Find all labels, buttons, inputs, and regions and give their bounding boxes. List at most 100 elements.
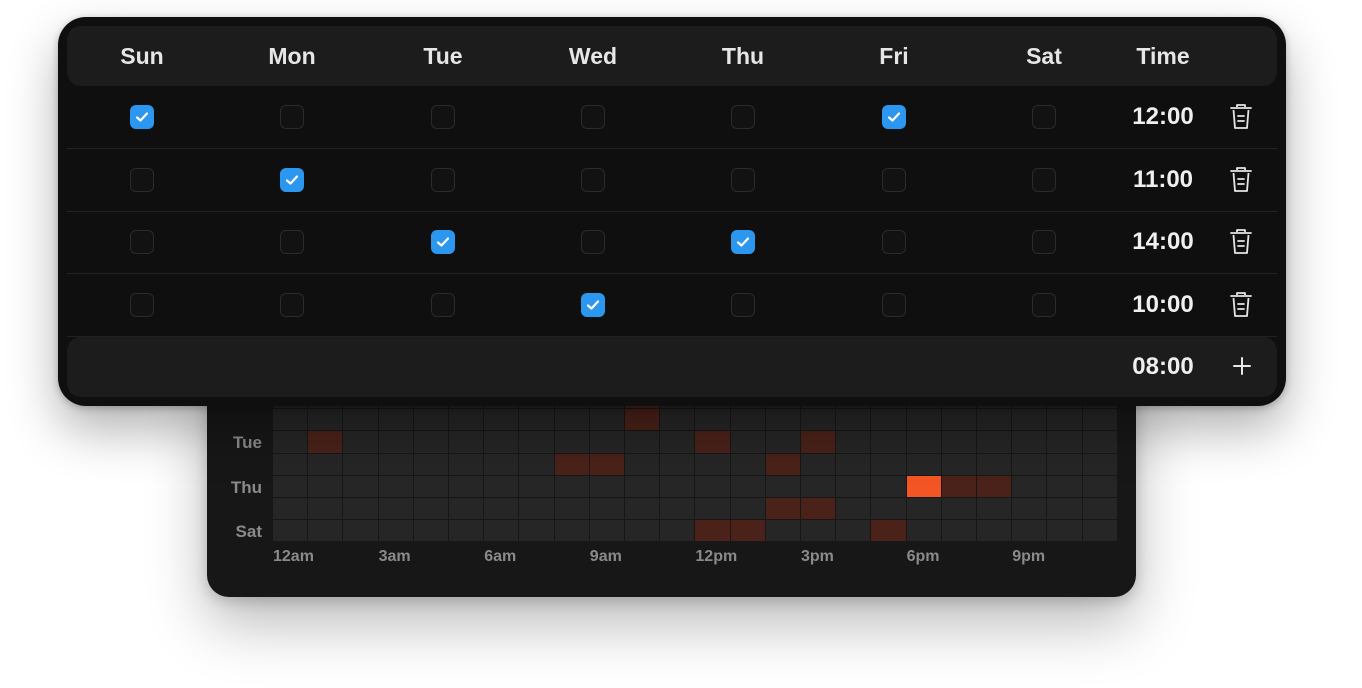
checkbox-fri[interactable] bbox=[882, 230, 906, 255]
heatmap-cell bbox=[730, 409, 765, 431]
heatmap-hour-label: 9pm bbox=[1012, 548, 1046, 566]
checkbox-sun[interactable] bbox=[130, 105, 154, 130]
heatmap-cell bbox=[836, 453, 871, 475]
heatmap-cell bbox=[1047, 475, 1082, 497]
heatmap-cell bbox=[589, 520, 624, 542]
heatmap-cell bbox=[589, 498, 624, 520]
heatmap-cell bbox=[906, 453, 941, 475]
checkbox-sat[interactable] bbox=[1032, 167, 1056, 192]
heatmap-cell bbox=[801, 409, 836, 431]
heatmap-cell bbox=[730, 520, 765, 542]
heatmap-cell bbox=[836, 520, 871, 542]
heatmap-cell bbox=[484, 520, 519, 542]
checkbox-mon[interactable] bbox=[280, 292, 304, 317]
heatmap-cell bbox=[801, 498, 836, 520]
heatmap-cell bbox=[273, 431, 308, 453]
checkbox-mon[interactable] bbox=[280, 105, 304, 130]
checkbox-wed[interactable] bbox=[581, 230, 605, 255]
heatmap-cell bbox=[554, 409, 589, 431]
checkbox-sat[interactable] bbox=[1032, 230, 1056, 255]
heatmap-cell bbox=[871, 431, 906, 453]
time-header: Time bbox=[1136, 43, 1190, 69]
new-time-input[interactable]: 08:00 bbox=[1103, 353, 1223, 381]
heatmap-cell bbox=[906, 475, 941, 497]
checkbox-sun[interactable] bbox=[130, 167, 154, 192]
heatmap-cell bbox=[730, 431, 765, 453]
time-value[interactable]: 12:00 bbox=[1103, 103, 1223, 131]
heatmap-cell bbox=[589, 475, 624, 497]
schedule-row: 14:00 bbox=[67, 211, 1277, 274]
heatmap-cell bbox=[1047, 453, 1082, 475]
heatmap-cell bbox=[625, 475, 660, 497]
heatmap-cell bbox=[871, 520, 906, 542]
day-header-wed: Wed bbox=[568, 43, 618, 69]
heatmap-cell bbox=[484, 498, 519, 520]
trash-icon[interactable] bbox=[1228, 290, 1254, 320]
checkbox-thu[interactable] bbox=[731, 105, 755, 130]
heatmap-cell bbox=[1012, 520, 1047, 542]
heatmap-cell bbox=[660, 520, 695, 542]
heatmap-cell bbox=[977, 453, 1012, 475]
heatmap-cell bbox=[765, 498, 800, 520]
check-icon bbox=[436, 237, 450, 247]
checkbox-wed[interactable] bbox=[581, 167, 605, 192]
heatmap-cell bbox=[625, 453, 660, 475]
checkbox-wed[interactable] bbox=[581, 292, 605, 317]
checkbox-mon[interactable] bbox=[280, 230, 304, 255]
checkbox-tue[interactable] bbox=[431, 230, 455, 255]
plus-icon[interactable] bbox=[1231, 355, 1253, 377]
heatmap-cell bbox=[941, 431, 976, 453]
checkbox-sat[interactable] bbox=[1032, 105, 1056, 130]
heatmap-cell bbox=[1082, 431, 1117, 453]
check-icon bbox=[586, 300, 600, 310]
heatmap-cell bbox=[449, 453, 484, 475]
time-value[interactable]: 10:00 bbox=[1103, 291, 1223, 319]
heatmap-cell bbox=[413, 431, 448, 453]
heatmap-cell bbox=[273, 520, 308, 542]
checkbox-sun[interactable] bbox=[130, 292, 154, 317]
heatmap-cell bbox=[660, 409, 695, 431]
time-value[interactable]: 14:00 bbox=[1103, 228, 1223, 256]
checkbox-fri[interactable] bbox=[882, 105, 906, 130]
trash-icon[interactable] bbox=[1228, 227, 1254, 257]
heatmap-cell bbox=[625, 498, 660, 520]
schedule-card: Sun Mon Tue Wed Thu Fri Sat Time 12:00 11… bbox=[58, 17, 1286, 406]
trash-icon[interactable] bbox=[1228, 102, 1254, 132]
heatmap-cell bbox=[519, 475, 554, 497]
heatmap-cell bbox=[413, 498, 448, 520]
checkbox-tue[interactable] bbox=[431, 167, 455, 192]
heatmap-cell bbox=[343, 431, 378, 453]
heatmap-cell bbox=[519, 431, 554, 453]
heatmap-cell bbox=[378, 431, 413, 453]
heatmap-cell bbox=[941, 520, 976, 542]
checkbox-mon[interactable] bbox=[280, 167, 304, 192]
heatmap-cell bbox=[308, 409, 343, 431]
heatmap-cell bbox=[1047, 498, 1082, 520]
checkbox-thu[interactable] bbox=[731, 230, 755, 255]
heatmap-cell bbox=[871, 475, 906, 497]
heatmap-cell bbox=[765, 475, 800, 497]
heatmap-cell bbox=[1012, 431, 1047, 453]
day-header-tue: Tue bbox=[423, 43, 463, 69]
heatmap-cell bbox=[977, 498, 1012, 520]
trash-icon[interactable] bbox=[1228, 165, 1254, 195]
heatmap-cell bbox=[730, 498, 765, 520]
checkbox-sun[interactable] bbox=[130, 230, 154, 255]
checkbox-tue[interactable] bbox=[431, 292, 455, 317]
checkbox-fri[interactable] bbox=[882, 167, 906, 192]
heatmap-hour-label: 12am bbox=[273, 548, 314, 566]
heatmap-cell bbox=[977, 475, 1012, 497]
heatmap-cell bbox=[378, 409, 413, 431]
heatmap-cell bbox=[1012, 453, 1047, 475]
checkbox-thu[interactable] bbox=[731, 167, 755, 192]
heatmap-cell bbox=[1047, 409, 1082, 431]
heatmap-cell bbox=[871, 498, 906, 520]
heatmap-cell bbox=[378, 453, 413, 475]
heatmap-cell bbox=[906, 498, 941, 520]
checkbox-thu[interactable] bbox=[731, 292, 755, 317]
checkbox-wed[interactable] bbox=[581, 105, 605, 130]
checkbox-sat[interactable] bbox=[1032, 292, 1056, 317]
checkbox-fri[interactable] bbox=[882, 292, 906, 317]
time-value[interactable]: 11:00 bbox=[1103, 166, 1223, 194]
checkbox-tue[interactable] bbox=[431, 105, 455, 130]
